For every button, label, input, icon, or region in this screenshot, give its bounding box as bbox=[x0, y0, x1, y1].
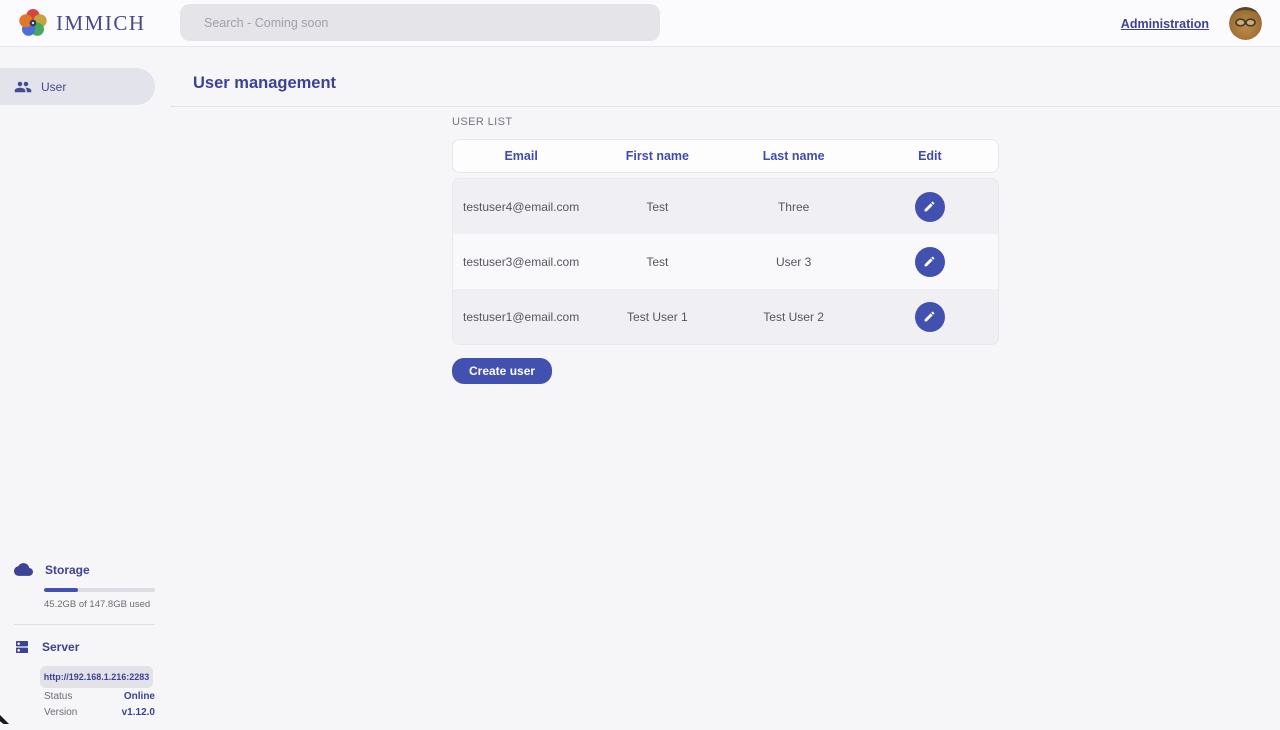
immich-flower-icon bbox=[18, 8, 48, 38]
sidebar: User Storage 45.2GB of 147.8GB used Serv… bbox=[0, 47, 155, 730]
user-avatar[interactable] bbox=[1229, 7, 1262, 40]
user-list-label: USER LIST bbox=[452, 116, 999, 128]
server-url-badge: http://192.168.1.216:2283 bbox=[40, 666, 153, 688]
title-divider bbox=[170, 106, 1280, 107]
immich-logo[interactable]: IMMICH bbox=[18, 8, 146, 38]
pencil-icon bbox=[923, 255, 936, 268]
user-edit-cell bbox=[862, 247, 998, 277]
server-url: http://192.168.1.216:2283 bbox=[44, 672, 150, 682]
user-firstname-cell: Test User 1 bbox=[589, 310, 725, 324]
user-lastname-cell: User 3 bbox=[726, 255, 862, 269]
storage-usage-text: 45.2GB of 147.8GB used bbox=[44, 599, 155, 610]
storage-progress-fill bbox=[44, 588, 78, 592]
users-icon bbox=[14, 78, 32, 96]
edit-user-button[interactable] bbox=[915, 302, 945, 332]
user-email-cell: testuser1@email.com bbox=[453, 310, 589, 324]
edit-user-button[interactable] bbox=[915, 247, 945, 277]
user-firstname-cell: Test bbox=[589, 255, 725, 269]
page-title: User management bbox=[193, 74, 336, 93]
server-status-label: Status bbox=[44, 691, 72, 702]
create-user-button[interactable]: Create user bbox=[452, 358, 552, 384]
column-header-firstname: First name bbox=[589, 149, 725, 163]
search-input[interactable] bbox=[180, 4, 660, 41]
administration-link[interactable]: Administration bbox=[1121, 17, 1209, 31]
user-email-cell: testuser3@email.com bbox=[453, 255, 589, 269]
logo-wordmark: IMMICH bbox=[56, 11, 146, 36]
storage-progress-bar bbox=[44, 588, 155, 592]
user-table-header: Email First name Last name Edit bbox=[452, 139, 999, 173]
pencil-icon bbox=[923, 310, 936, 323]
column-header-edit: Edit bbox=[862, 149, 998, 163]
sidebar-footer: Storage 45.2GB of 147.8GB used Server ht… bbox=[0, 560, 155, 720]
sidebar-item-label: User bbox=[41, 80, 66, 94]
main-content: User management USER LIST Email First na… bbox=[155, 47, 1280, 730]
column-header-lastname: Last name bbox=[726, 149, 862, 163]
server-icon bbox=[14, 639, 30, 655]
sidebar-divider bbox=[14, 624, 155, 625]
user-edit-cell bbox=[862, 302, 998, 332]
top-header: IMMICH Administration bbox=[0, 0, 1280, 47]
cloud-storage-icon bbox=[14, 560, 33, 579]
table-row: testuser1@email.com Test User 1 Test Use… bbox=[453, 289, 998, 344]
user-lastname-cell: Three bbox=[726, 200, 862, 214]
server-version-value: v1.12.0 bbox=[122, 707, 155, 718]
pencil-icon bbox=[923, 200, 936, 213]
server-title: Server bbox=[42, 640, 79, 654]
server-version-label: Version bbox=[44, 707, 77, 718]
server-status-value: Online bbox=[124, 691, 155, 702]
user-lastname-cell: Test User 2 bbox=[726, 310, 862, 324]
column-header-email: Email bbox=[453, 149, 589, 163]
edit-user-button[interactable] bbox=[915, 192, 945, 222]
storage-title: Storage bbox=[45, 563, 90, 577]
user-table-body: testuser4@email.com Test Three testuser3… bbox=[452, 178, 999, 345]
avatar-image bbox=[1229, 7, 1262, 40]
table-row: testuser3@email.com Test User 3 bbox=[453, 234, 998, 289]
user-edit-cell bbox=[862, 192, 998, 222]
user-firstname-cell: Test bbox=[589, 200, 725, 214]
sidebar-item-user[interactable]: User bbox=[0, 68, 155, 105]
user-email-cell: testuser4@email.com bbox=[453, 200, 589, 214]
table-row: testuser4@email.com Test Three bbox=[453, 179, 998, 234]
